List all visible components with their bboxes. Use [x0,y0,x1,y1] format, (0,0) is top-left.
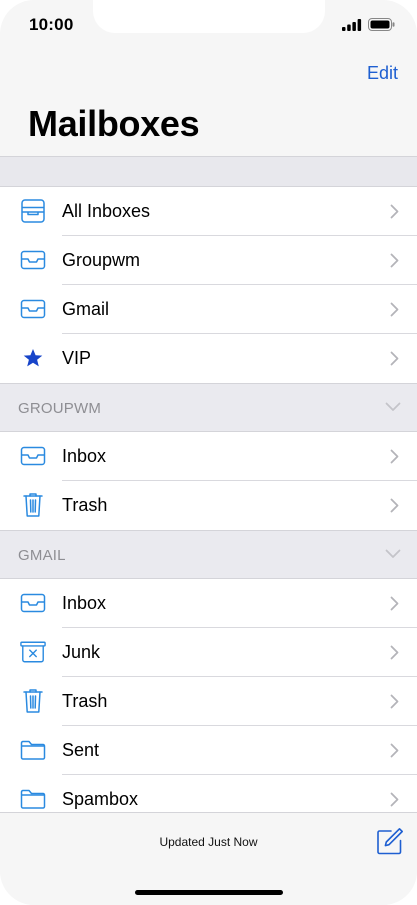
chevron-right-icon [390,302,399,317]
trash-icon [20,493,46,517]
mailbox-row-gmail-sent[interactable]: Sent [0,726,417,775]
page-title: Mailboxes [28,103,200,144]
chevron-right-icon [390,743,399,758]
chevron-right-icon [390,596,399,611]
phone-screen: 10:00 Edit Mailboxes All Inboxes Groupwm… [0,0,417,905]
status-icons [342,18,395,31]
mailbox-label: Groupwm [62,250,141,270]
chevron-right-icon [390,694,399,709]
mailbox-row-gmail-junk[interactable]: Junk [0,628,417,677]
mailbox-row-groupwm[interactable]: Groupwm [0,236,417,285]
mailbox-label: Trash [62,495,108,515]
chevron-down-icon[interactable] [385,402,401,412]
mailbox-row-groupwm-inbox[interactable]: Inbox [0,432,417,481]
status-time: 10:00 [29,15,74,34]
home-indicator [135,890,283,895]
folder-icon [20,738,46,762]
chevron-right-icon [390,351,399,366]
chevron-right-icon [390,253,399,268]
mailbox-row-gmail[interactable]: Gmail [0,285,417,334]
mailbox-label: Sent [62,740,100,760]
battery-icon [368,18,395,31]
mailbox-row-all-inboxes[interactable]: All Inboxes [0,187,417,236]
section-title: GMAIL [18,547,66,564]
mailbox-label: Inbox [62,593,107,613]
chevron-right-icon [390,449,399,464]
favorites-list: All Inboxes Groupwm Gmail VIP [0,187,417,383]
mailbox-label: Trash [62,691,108,711]
mailbox-row-gmail-inbox[interactable]: Inbox [0,579,417,628]
inbox-tray-icon [20,591,46,615]
all-inboxes-icon [20,199,46,223]
device-notch [93,0,325,33]
junk-icon [20,640,46,664]
mailbox-label: Inbox [62,446,107,466]
trash-icon [20,689,46,713]
inbox-tray-icon [20,248,46,272]
section-title: GROUPWM [18,400,102,417]
cellular-signal-icon [342,18,362,31]
chevron-right-icon [390,645,399,660]
mailbox-label: Spambox [62,789,139,809]
account-section-header-gmail[interactable]: GMAIL [0,530,417,579]
inbox-tray-icon [20,297,46,321]
mailbox-row-vip[interactable]: VIP [0,334,417,383]
mailbox-label: All Inboxes [62,201,151,221]
chevron-right-icon [390,498,399,513]
section-divider [0,156,417,187]
mailbox-label: Gmail [62,299,110,319]
star-icon [20,346,46,370]
groupwm-mailbox-list: Inbox Trash [0,432,417,530]
mailbox-row-gmail-trash[interactable]: Trash [0,677,417,726]
mailbox-row-groupwm-trash[interactable]: Trash [0,481,417,530]
chevron-right-icon [390,204,399,219]
mailbox-label: Junk [62,642,101,662]
chevron-right-icon [390,792,399,807]
chevron-down-icon[interactable] [385,549,401,559]
gmail-mailbox-list: Inbox Junk Trash Sent Spambox [0,579,417,824]
mailbox-label: VIP [62,348,92,368]
inbox-tray-icon [20,444,46,468]
edit-button[interactable]: Edit [367,63,398,84]
compose-icon[interactable] [376,827,404,855]
account-section-header-groupwm[interactable]: GROUPWM [0,383,417,432]
folder-icon [20,787,46,811]
update-status: Updated Just Now [159,835,258,849]
